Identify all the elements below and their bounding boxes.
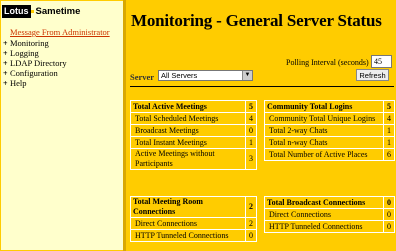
row-label: HTTP Tunneled Connections	[265, 221, 383, 232]
nav-label[interactable]: LDAP Directory	[10, 58, 67, 68]
refresh-button[interactable]: Refresh	[356, 69, 389, 81]
row-value: 3	[246, 149, 256, 169]
main-panel: Monitoring - General Server Status Polli…	[126, 0, 396, 251]
admin-message-link[interactable]: Message From Administrator	[10, 27, 110, 37]
horizontal-rule	[130, 86, 394, 87]
table-header-row: Total Meeting Room Connections 2	[131, 197, 256, 217]
table-row: Total 2-way Chats 1	[265, 125, 394, 136]
table-title: Total Broadcast Connections	[265, 197, 383, 208]
table-row: Active Meetings without Participants 3	[131, 149, 256, 169]
active-meetings-table: Total Active Meetings 5 Total Scheduled …	[130, 100, 257, 170]
table-row: Total Scheduled Meetings 4	[131, 113, 256, 124]
row-label: Active Meetings without Participants	[131, 149, 245, 169]
polling-interval-label: Polling Interval (seconds)	[286, 58, 369, 67]
row-value: 4	[246, 113, 256, 124]
logo-product: Sametime	[35, 5, 81, 17]
row-label: Total n-way Chats	[265, 137, 383, 148]
row-value: 6	[384, 149, 394, 160]
lotus-sametime-logo: Lotus Sametime	[2, 4, 80, 18]
row-value: 1	[384, 137, 394, 148]
table-row: Total Number of Active Places 6	[265, 149, 394, 160]
table-row: HTTP Tunneled Connections 0	[265, 221, 394, 232]
table-header-row: Total Broadcast Connections 0	[265, 197, 394, 208]
logo-dot	[30, 9, 34, 13]
server-select[interactable]: All Servers ▼	[158, 70, 253, 81]
app-window: Lotus Sametime Message From Administrato…	[0, 0, 396, 251]
row-label: HTTP Tunneled Connections	[131, 230, 245, 241]
nav-item-monitoring[interactable]: + Monitoring	[3, 38, 67, 48]
row-label: Total Scheduled Meetings	[131, 113, 245, 124]
table-title: Community Total Logins	[265, 101, 383, 112]
row-label: Total Instant Meetings	[131, 137, 245, 148]
table-total: 0	[384, 197, 394, 208]
row-label: Total 2-way Chats	[265, 125, 383, 136]
expand-icon[interactable]: +	[3, 79, 10, 89]
row-value: 4	[384, 113, 394, 124]
nav-label[interactable]: Help	[10, 78, 27, 88]
row-value: 2	[246, 218, 256, 229]
table-header-row: Total Active Meetings 5	[131, 101, 256, 112]
logo-brand: Lotus	[2, 4, 31, 18]
table-row: HTTP Tunneled Connections 0	[131, 230, 256, 241]
dropdown-arrow-icon[interactable]: ▼	[242, 71, 252, 80]
server-select-value: All Servers	[161, 71, 198, 80]
polling-interval-input[interactable]: 45	[371, 55, 392, 68]
table-row: Broadcast Meetings 0	[131, 125, 256, 136]
nav-list: + Monitoring + Logging + LDAP Directory + Co…	[3, 38, 67, 88]
nav-label[interactable]: Logging	[10, 48, 39, 58]
row-value: 0	[246, 125, 256, 136]
table-title: Total Active Meetings	[131, 101, 245, 112]
community-logins-table: Community Total Logins 5 Community Total…	[264, 100, 395, 161]
row-label: Community Total Unique Logins	[265, 113, 383, 124]
nav-item-logging[interactable]: + Logging	[3, 48, 67, 58]
nav-label[interactable]: Monitoring	[10, 38, 49, 48]
table-total: 2	[246, 197, 256, 217]
nav-label[interactable]: Configuration	[10, 68, 58, 78]
table-total: 5	[384, 101, 394, 112]
meeting-room-connections-table: Total Meeting Room Connections 2 Direct …	[130, 196, 257, 242]
table-row: Total n-way Chats 1	[265, 137, 394, 148]
table-row: Community Total Unique Logins 4	[265, 113, 394, 124]
table-header-row: Community Total Logins 5	[265, 101, 394, 112]
row-label: Total Number of Active Places	[265, 149, 383, 160]
table-row: Total Instant Meetings 1	[131, 137, 256, 148]
nav-item-ldap-directory[interactable]: + LDAP Directory	[3, 58, 67, 68]
nav-item-configuration[interactable]: + Configuration	[3, 68, 67, 78]
row-label: Direct Connections	[265, 209, 383, 220]
broadcast-connections-table: Total Broadcast Connections 0 Direct Con…	[264, 196, 395, 233]
table-row: Direct Connections 0	[265, 209, 394, 220]
table-title: Total Meeting Room Connections	[131, 197, 245, 217]
table-row: Direct Connections 2	[131, 218, 256, 229]
nav-item-help[interactable]: + Help	[3, 78, 67, 88]
server-label: Server	[130, 72, 155, 82]
row-label: Direct Connections	[131, 218, 245, 229]
row-value: 0	[246, 230, 256, 241]
page-title: Monitoring - General Server Status	[131, 11, 382, 30]
row-value: 1	[384, 125, 394, 136]
row-value: 0	[384, 221, 394, 232]
row-value: 0	[384, 209, 394, 220]
sidebar: Lotus Sametime Message From Administrato…	[1, 1, 123, 250]
row-value: 1	[246, 137, 256, 148]
row-label: Broadcast Meetings	[131, 125, 245, 136]
table-total: 5	[246, 101, 256, 112]
